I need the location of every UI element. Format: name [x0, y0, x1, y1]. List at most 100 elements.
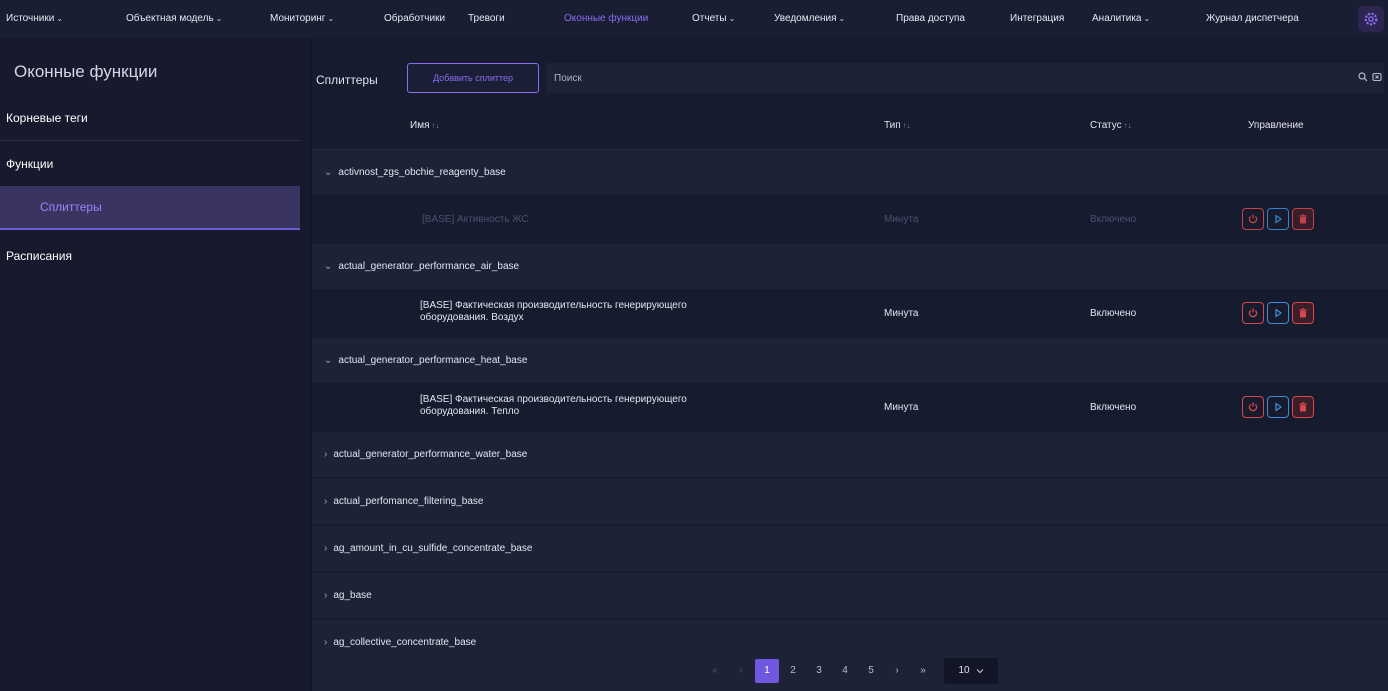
- page-button[interactable]: 4: [833, 659, 857, 683]
- group-name: actual_generator_performance_air_base: [338, 261, 520, 272]
- nav-item-label: Журнал диспетчера: [1206, 13, 1299, 24]
- group-name: ag_amount_in_cu_sulfide_concentrate_base: [333, 543, 533, 554]
- power-button[interactable]: [1242, 208, 1264, 230]
- gear-icon: [1364, 12, 1378, 26]
- page-size-select[interactable]: 10: [944, 657, 998, 684]
- power-icon: [1248, 402, 1258, 412]
- page-button[interactable]: 5: [859, 659, 883, 683]
- group-row[interactable]: › actual_generator_performance_water_base: [312, 432, 1388, 478]
- table-row[interactable]: [BASE] Активность ЖС Минута Включено: [312, 197, 1388, 243]
- group-name: activnost_zgs_obchie_reagenty_base: [338, 167, 506, 178]
- row-status: Включено: [1090, 402, 1137, 413]
- chevron-right-icon[interactable]: ›: [324, 543, 327, 554]
- run-button[interactable]: [1267, 208, 1289, 230]
- nav-item[interactable]: Объектная модель ⌄: [126, 13, 222, 24]
- chevron-down-icon[interactable]: ⌄: [324, 355, 332, 366]
- delete-button[interactable]: [1292, 302, 1314, 324]
- table-row[interactable]: [BASE] Фактическая производительность ге…: [312, 385, 1388, 431]
- search-icon[interactable]: [1358, 72, 1368, 82]
- trash-icon: [1299, 214, 1307, 224]
- chevron-down-icon: ⌄: [728, 14, 736, 23]
- first-page-button[interactable]: «: [703, 659, 727, 683]
- chevron-right-icon[interactable]: ›: [324, 449, 327, 460]
- search-input[interactable]: [546, 63, 1384, 93]
- settings-button[interactable]: [1358, 6, 1384, 32]
- add-splitter-button[interactable]: Добавить сплиттер: [407, 63, 539, 93]
- sidebar-item-label: Сплиттеры: [40, 200, 102, 214]
- prev-page-button[interactable]: ‹: [729, 659, 753, 683]
- nav-item[interactable]: Оконные функции: [564, 13, 648, 24]
- nav-item-label: Обработчики: [384, 13, 446, 24]
- play-icon: [1275, 308, 1282, 318]
- delete-button[interactable]: [1292, 396, 1314, 418]
- sidebar-item-splitters[interactable]: Сплиттеры: [0, 186, 300, 230]
- nav-item-label: Объектная модель: [126, 13, 214, 24]
- nav-item-label: Интеграция: [1010, 13, 1065, 24]
- nav-item[interactable]: Аналитика ⌄: [1092, 13, 1150, 24]
- delete-button[interactable]: [1292, 208, 1314, 230]
- sidebar: Оконные функции Корневые теги Функции Сп…: [0, 38, 310, 691]
- run-button[interactable]: [1267, 302, 1289, 324]
- power-button[interactable]: [1242, 396, 1264, 418]
- group-name: actual_generator_performance_water_base: [333, 449, 528, 460]
- nav-item[interactable]: Мониторинг ⌄: [270, 13, 334, 24]
- group-row[interactable]: ⌄ actual_generator_performance_air_base: [312, 244, 1388, 290]
- main-content: Сплиттеры Добавить сплиттер Имя↑↓ Тип↑↓ …: [312, 38, 1388, 691]
- top-navigation: Источники ⌄ Объектная модель ⌄ Мониторинг ⌄ Об…: [0, 0, 1388, 38]
- row-name: [BASE] Активность ЖС: [422, 214, 529, 225]
- chevron-down-icon[interactable]: ⌄: [324, 167, 332, 178]
- page-button[interactable]: 3: [807, 659, 831, 683]
- chevron-down-icon: ⌄: [327, 14, 335, 23]
- nav-item[interactable]: Обработчики: [384, 13, 445, 24]
- column-header-status[interactable]: Статус ↑↓: [1090, 120, 1132, 131]
- table-header: Имя ↑↓ Тип ↑↓ Статус ↑↓ Управление: [312, 104, 1388, 150]
- search-icons: [1358, 72, 1382, 82]
- group-row[interactable]: ⌄ activnost_zgs_obchie_reagenty_base: [312, 150, 1388, 196]
- sort-icon[interactable]: ↑↓: [1124, 121, 1132, 130]
- nav-item-label: Мониторинг: [270, 13, 326, 24]
- group-row[interactable]: › ag_base: [312, 573, 1388, 619]
- trash-icon: [1299, 308, 1307, 318]
- chevron-right-icon[interactable]: ›: [324, 590, 327, 601]
- power-icon: [1248, 214, 1258, 224]
- sidebar-item-schedules[interactable]: Расписания: [0, 234, 300, 278]
- chevron-down-icon[interactable]: ⌄: [324, 261, 332, 272]
- nav-item[interactable]: Интеграция: [1010, 13, 1064, 24]
- group-row[interactable]: › ag_amount_in_cu_sulfide_concentrate_bas…: [312, 526, 1388, 572]
- sort-icon[interactable]: ↑↓: [431, 121, 439, 130]
- nav-item[interactable]: Журнал диспетчера: [1206, 13, 1299, 24]
- nav-item[interactable]: Источники ⌄: [6, 13, 63, 24]
- nav-item[interactable]: Тревоги: [468, 13, 505, 24]
- group-name: actual_generator_performance_heat_base: [338, 355, 528, 366]
- page-button[interactable]: 1: [755, 658, 779, 683]
- group-row[interactable]: › actual_perfomance_filtering_base: [312, 479, 1388, 525]
- sidebar-item-label: Функции: [6, 157, 54, 171]
- chevron-right-icon[interactable]: ›: [324, 637, 327, 648]
- pagination: « ‹ 1 2 3 4 5 › » 10: [312, 650, 1388, 691]
- row-actions: [1242, 302, 1314, 324]
- page-button[interactable]: 2: [781, 659, 805, 683]
- column-header-type[interactable]: Тип ↑↓: [884, 120, 911, 131]
- run-button[interactable]: [1267, 396, 1289, 418]
- sidebar-item-root-tags[interactable]: Корневые теги: [0, 96, 300, 140]
- power-button[interactable]: [1242, 302, 1264, 324]
- sidebar-item-functions[interactable]: Функции: [0, 142, 300, 186]
- column-header-name[interactable]: Имя ↑↓: [410, 120, 439, 131]
- table-row[interactable]: [BASE] Фактическая производительность ге…: [312, 291, 1388, 337]
- row-type: Минута: [884, 308, 919, 319]
- nav-item[interactable]: Права доступа: [896, 13, 965, 24]
- sidebar-item-label: Расписания: [6, 249, 72, 263]
- toolbar: Сплиттеры Добавить сплиттер: [312, 62, 1388, 96]
- last-page-button[interactable]: »: [911, 659, 935, 683]
- nav-item[interactable]: Отчеты ⌄: [692, 13, 735, 24]
- clear-icon[interactable]: [1372, 72, 1382, 82]
- nav-item[interactable]: Уведомления ⌄: [774, 13, 845, 24]
- column-header-actions: Управление: [1248, 120, 1304, 131]
- play-icon: [1275, 402, 1282, 412]
- power-icon: [1248, 308, 1258, 318]
- row-type: Минута: [884, 214, 919, 225]
- next-page-button[interactable]: ›: [885, 659, 909, 683]
- sort-icon[interactable]: ↑↓: [903, 121, 911, 130]
- chevron-right-icon[interactable]: ›: [324, 496, 327, 507]
- group-row[interactable]: ⌄ actual_generator_performance_heat_base: [312, 338, 1388, 384]
